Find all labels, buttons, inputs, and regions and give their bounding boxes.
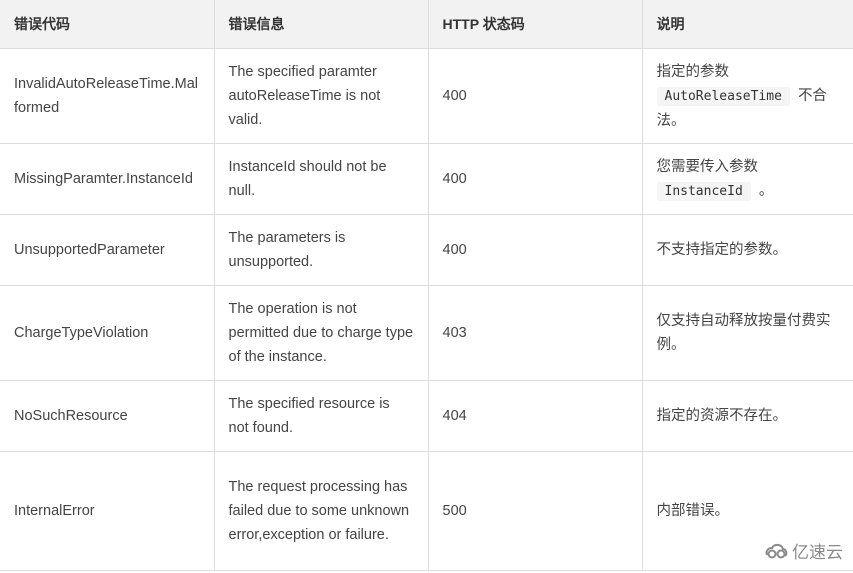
error-message-cell: The specified resource is not found. bbox=[213, 380, 429, 452]
error-code-cell: UnsupportedParameter bbox=[0, 214, 215, 286]
http-status-cell: 400 bbox=[427, 143, 643, 215]
description-text: 您需要传入参数 bbox=[656, 158, 759, 175]
table-row: ChargeTypeViolation The operation is not… bbox=[0, 285, 853, 381]
header-http-status: HTTP 状态码 bbox=[427, 0, 643, 49]
error-code-table: 错误代码 错误信息 HTTP 状态码 说明 InvalidAutoRelease… bbox=[0, 0, 853, 571]
table-header-row: 错误代码 错误信息 HTTP 状态码 说明 bbox=[0, 0, 853, 49]
error-code-cell: InternalError bbox=[0, 451, 215, 571]
description-cell: 仅支持自动释放按量付费实例。 bbox=[641, 285, 853, 381]
error-message-cell: InstanceId should not be null. bbox=[213, 143, 429, 215]
inline-code: AutoReleaseTime bbox=[656, 86, 790, 106]
error-message-cell: The parameters is unsupported. bbox=[213, 214, 429, 286]
header-error-code: 错误代码 bbox=[0, 0, 215, 49]
watermark-text: 亿速云 bbox=[792, 543, 843, 562]
table-row: NoSuchResource The specified resource is… bbox=[0, 380, 853, 452]
error-code-cell: InvalidAutoReleaseTime.Malformed bbox=[0, 48, 215, 144]
description-cell: 不支持指定的参数。 bbox=[641, 214, 853, 286]
description-cell: 指定的参数 AutoReleaseTime 不合法。 bbox=[641, 48, 853, 144]
table-row: InvalidAutoReleaseTime.Malformed The spe… bbox=[0, 48, 853, 144]
cloud-logo-icon bbox=[765, 543, 788, 558]
table-row: MissingParamter.InstanceId InstanceId sh… bbox=[0, 143, 853, 215]
inline-code: InstanceId bbox=[656, 181, 751, 201]
http-status-cell: 400 bbox=[427, 48, 643, 144]
table-row: InternalError The request processing has… bbox=[0, 451, 853, 571]
header-description: 说明 bbox=[641, 0, 853, 49]
header-error-message: 错误信息 bbox=[213, 0, 429, 49]
watermark: 亿速云 bbox=[764, 538, 843, 563]
error-message-cell: The request processing has failed due to… bbox=[213, 451, 429, 571]
error-code-cell: ChargeTypeViolation bbox=[0, 285, 215, 381]
description-cell: 指定的资源不存在。 bbox=[641, 380, 853, 452]
error-message-cell: The operation is not permitted due to ch… bbox=[213, 285, 429, 381]
error-code-cell: NoSuchResource bbox=[0, 380, 215, 452]
description-text: 指定的参数 bbox=[656, 63, 730, 80]
table-row: UnsupportedParameter The parameters is u… bbox=[0, 214, 853, 286]
http-status-cell: 403 bbox=[427, 285, 643, 381]
http-status-cell: 500 bbox=[427, 451, 643, 571]
http-status-cell: 400 bbox=[427, 214, 643, 286]
description-text: 。 bbox=[758, 182, 774, 199]
description-cell: 您需要传入参数 InstanceId 。 bbox=[641, 143, 853, 215]
error-code-cell: MissingParamter.InstanceId bbox=[0, 143, 215, 215]
error-message-cell: The specified paramter autoReleaseTime i… bbox=[213, 48, 429, 144]
http-status-cell: 404 bbox=[427, 380, 643, 452]
